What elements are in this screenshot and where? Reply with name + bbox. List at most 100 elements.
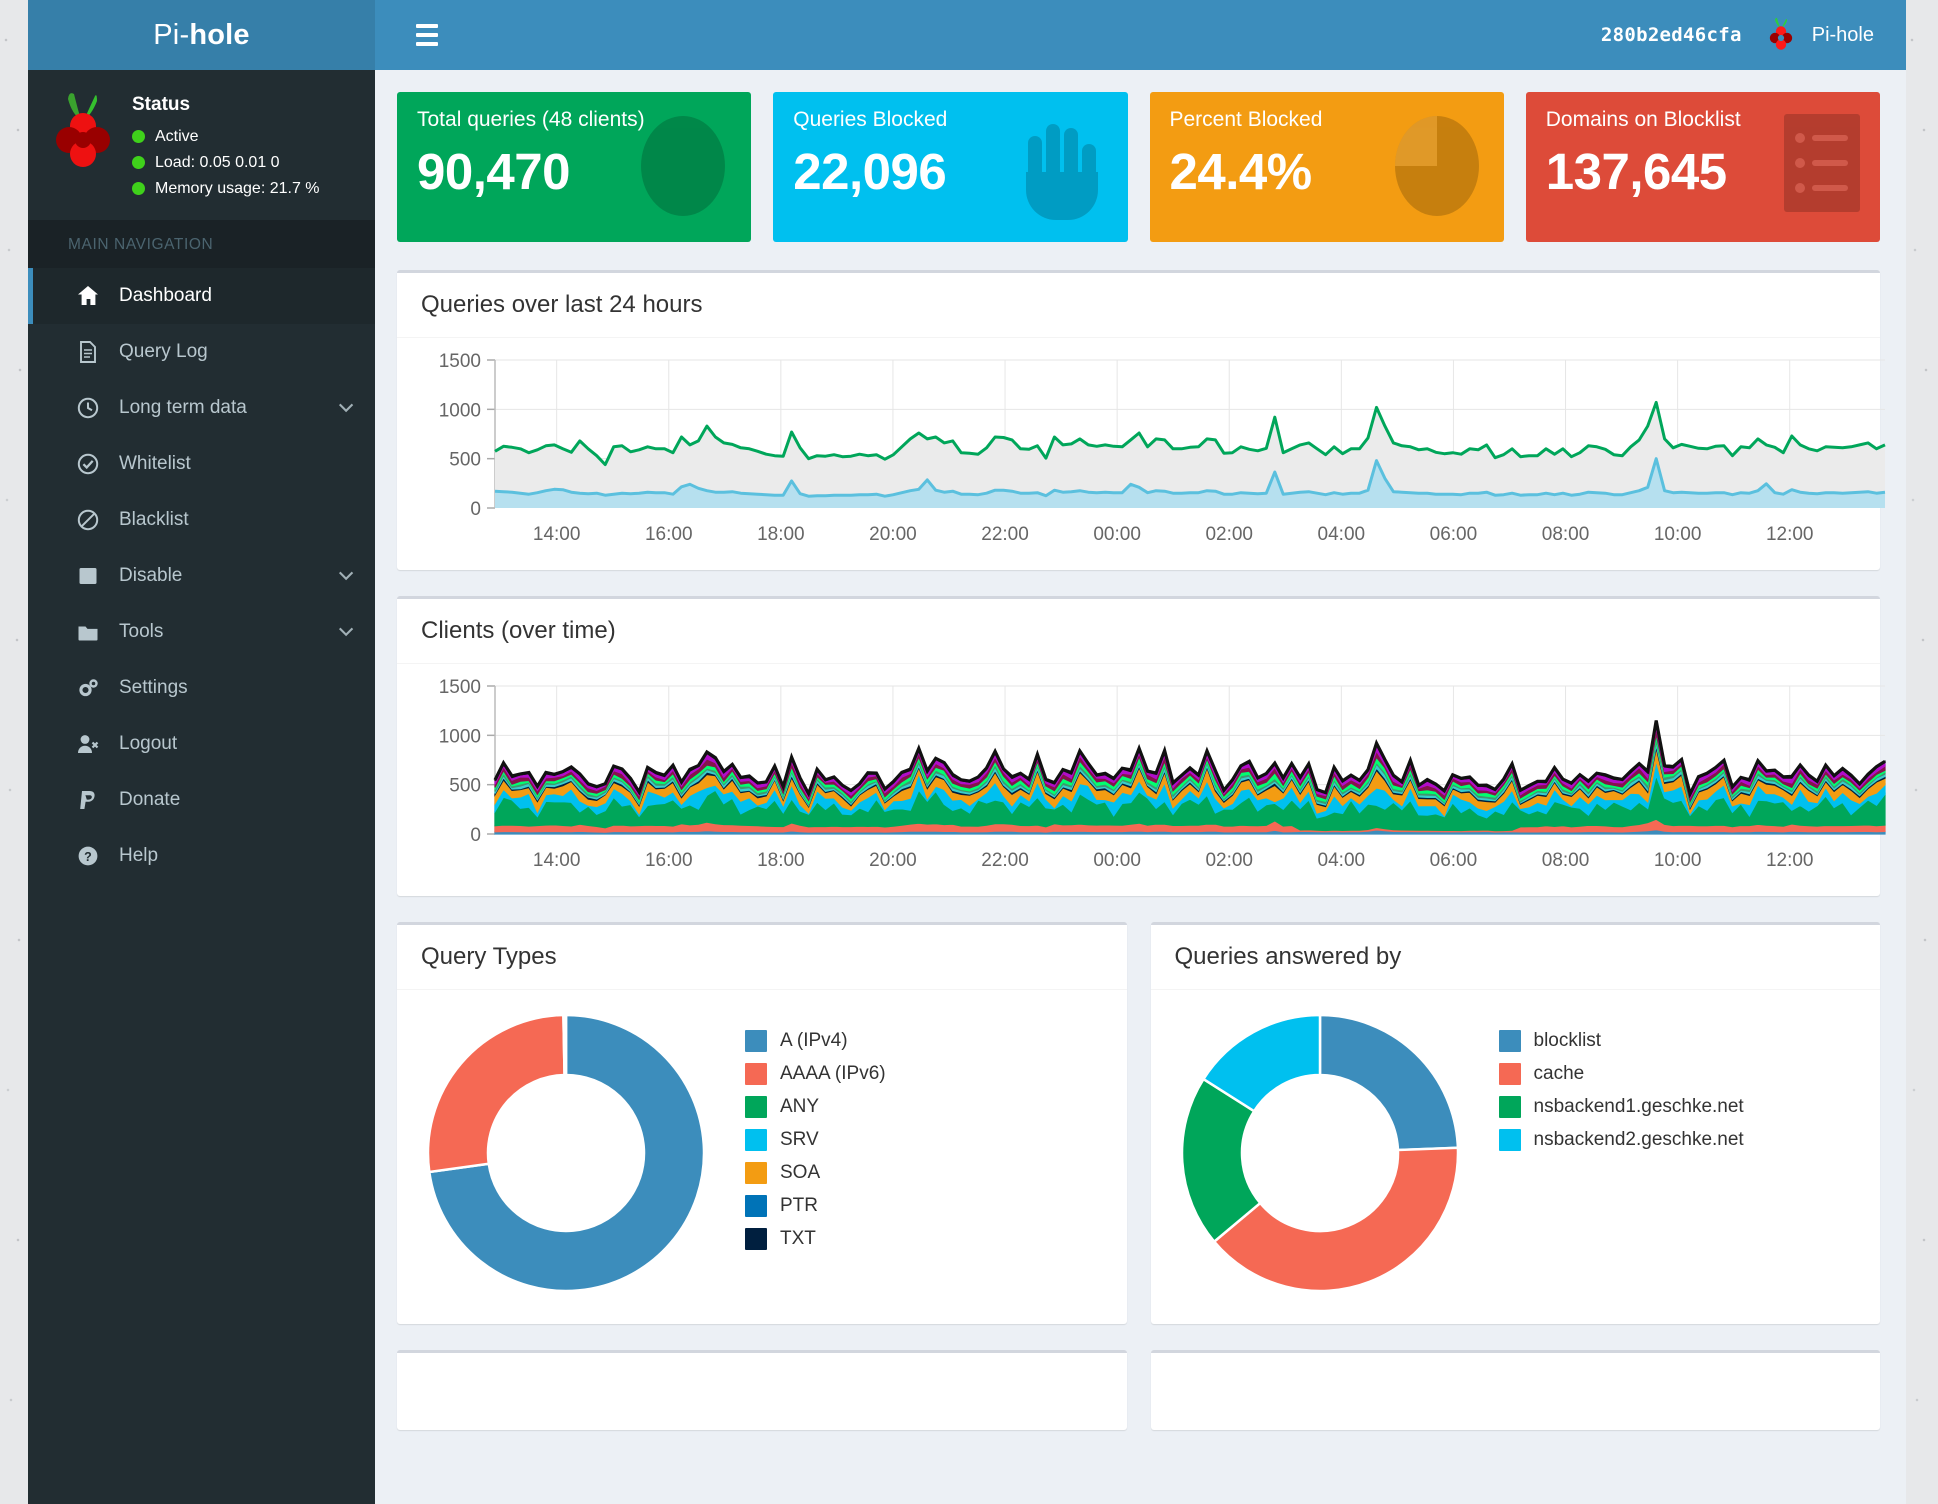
stat-card-percent-blocked[interactable]: Percent Blocked 24.4% xyxy=(1149,92,1504,242)
sidebar-item-label: Blacklist xyxy=(119,508,189,530)
legend-item[interactable]: A (IPv4) xyxy=(745,1030,886,1052)
chevron-down-icon[interactable] xyxy=(337,565,357,587)
legend-label: blocklist xyxy=(1533,1030,1602,1051)
queries-24h-title: Queries over last 24 hours xyxy=(397,273,1880,338)
legend-item[interactable]: PTR xyxy=(745,1195,886,1217)
status-panel: Status Active Load: 0.05 0.01 0 Memory u… xyxy=(28,70,375,220)
answered-by-body: blocklist cache nsbackend1.geschke.net nsba… xyxy=(1151,990,1881,1324)
chevron-down-icon[interactable] xyxy=(337,397,357,419)
sidebar-item-tools[interactable]: Tools xyxy=(28,604,375,660)
legend-item[interactable]: nsbackend1.geschke.net xyxy=(1498,1096,1744,1118)
file-icon xyxy=(77,340,99,363)
sidebar-item-query-log[interactable]: Query Log xyxy=(28,324,375,380)
legend-item[interactable]: nsbackend2.geschke.net xyxy=(1498,1129,1744,1151)
sidebar: Status Active Load: 0.05 0.01 0 Memory u… xyxy=(28,70,375,1504)
sidebar-raspberry-logo xyxy=(50,90,116,172)
svg-text:16:00: 16:00 xyxy=(645,850,693,871)
legend-swatch xyxy=(745,1228,767,1250)
donut-row: Query Types A (IPv4) AAAA (IPv6) ANY SRV SOA… xyxy=(397,922,1880,1350)
sidebar-item-blacklist[interactable]: Blacklist xyxy=(28,492,375,548)
svg-text:08:00: 08:00 xyxy=(1542,524,1590,545)
legend-swatch xyxy=(1498,1030,1521,1052)
legend-item[interactable]: SRV xyxy=(745,1129,886,1151)
legend-item[interactable]: SOA xyxy=(745,1162,886,1184)
sidebar-item-logout[interactable]: Logout xyxy=(28,716,375,772)
sidebar-item-label: Dashboard xyxy=(119,284,212,306)
donut-slice[interactable] xyxy=(1211,1146,1459,1293)
legend-item[interactable]: AAAA (IPv6) xyxy=(745,1063,886,1085)
stat-card-queries-blocked[interactable]: Queries Blocked 22,096 xyxy=(773,92,1128,242)
svg-text:08:00: 08:00 xyxy=(1542,850,1590,871)
donut-slice[interactable] xyxy=(426,1013,566,1174)
header: Pi-hole 280b2ed46cfa Pi-hole xyxy=(28,0,1906,70)
gears-icon xyxy=(77,677,99,699)
check-circle-icon xyxy=(77,453,99,475)
svg-text:0: 0 xyxy=(470,825,481,846)
svg-text:18:00: 18:00 xyxy=(757,524,805,545)
queries-over-time-chart[interactable]: 0 500 1000 1500 14:00 16:00 18:00 20:00 22:00 00:… xyxy=(421,352,1886,548)
sidebar-item-dashboard[interactable]: Dashboard xyxy=(28,267,375,324)
brand-logo[interactable]: Pi-hole xyxy=(28,0,375,70)
pihole-admin-app: Pi-hole 280b2ed46cfa Pi-hole Status Acti… xyxy=(28,0,1906,1504)
svg-text:12:00: 12:00 xyxy=(1766,850,1814,871)
svg-text:18:00: 18:00 xyxy=(757,850,805,871)
sidebar-item-disable[interactable]: Disable xyxy=(28,548,375,604)
question-circle-icon: ? xyxy=(77,845,99,867)
answered-by-col: Queries answered by blocklist cache nsback… xyxy=(1150,922,1881,1350)
legend-swatch xyxy=(1498,1096,1521,1118)
legend-label: cache xyxy=(1533,1063,1585,1084)
folder-icon xyxy=(77,621,99,643)
stat-card-domains-on-blocklist[interactable]: Domains on Blocklist 137,645 xyxy=(1525,92,1880,242)
sidebar-item-label: Whitelist xyxy=(119,452,191,474)
donut-slice[interactable] xyxy=(1318,1013,1459,1152)
clients-over-time-chart[interactable]: 0 500 1000 1500 14:00 16:00 18:00 20:00 22:00 00:… xyxy=(421,678,1886,874)
stat-value: 90,470 xyxy=(417,143,571,200)
svg-text:20:00: 20:00 xyxy=(869,850,917,871)
query-types-card: Query Types A (IPv4) AAAA (IPv6) ANY SRV SOA… xyxy=(397,922,1127,1324)
sidebar-item-long-term-data[interactable]: Long term data xyxy=(28,380,375,436)
sidebar-item-whitelist[interactable]: Whitelist xyxy=(28,436,375,492)
clients-over-time-title: Clients (over time) xyxy=(397,599,1880,664)
stat-value: 137,645 xyxy=(1545,143,1727,200)
legend-item[interactable]: TXT xyxy=(745,1228,886,1250)
legend-swatch xyxy=(745,1162,767,1184)
sidebar-item-settings[interactable]: Settings xyxy=(28,660,375,716)
legend-item[interactable]: blocklist xyxy=(1498,1030,1744,1052)
svg-text:10:00: 10:00 xyxy=(1654,850,1702,871)
answered-by-legend: blocklist cache nsbackend1.geschke.net nsba… xyxy=(1465,1008,1744,1162)
hostname-label: 280b2ed46cfa xyxy=(1600,24,1742,46)
legend-swatch xyxy=(745,1129,767,1151)
sidebar-toggle-icon[interactable] xyxy=(399,0,455,70)
sidebar-item-label: Help xyxy=(119,844,159,866)
sidebar-item-donate[interactable]: Donate xyxy=(28,772,375,828)
stat-label: Queries Blocked xyxy=(793,108,948,131)
chevron-down-icon[interactable] xyxy=(337,621,357,643)
legend-item[interactable]: cache xyxy=(1498,1063,1744,1085)
query-types-donut[interactable] xyxy=(421,1008,711,1298)
svg-text:20:00: 20:00 xyxy=(869,524,917,545)
clock-icon xyxy=(77,397,99,419)
partial-row xyxy=(397,1350,1880,1430)
legend-swatch xyxy=(745,1096,767,1118)
svg-text:22:00: 22:00 xyxy=(981,850,1029,871)
legend-label: nsbackend2.geschke.net xyxy=(1533,1129,1744,1150)
legend-swatch xyxy=(745,1195,767,1217)
answered-by-donut[interactable] xyxy=(1175,1008,1465,1298)
user-menu[interactable]: Pi-hole xyxy=(1764,16,1874,54)
stat-value: 22,096 xyxy=(793,143,947,200)
sidebar-item-label: Tools xyxy=(119,620,164,642)
svg-text:?: ? xyxy=(84,850,92,864)
sidebar-item-help[interactable]: ? Help xyxy=(28,828,375,884)
legend-item[interactable]: ANY xyxy=(745,1096,886,1118)
svg-text:1500: 1500 xyxy=(439,352,481,372)
answered-by-card: Queries answered by blocklist cache nsback… xyxy=(1150,922,1881,1324)
stat-label: Total queries (48 clients) xyxy=(417,108,645,131)
svg-text:16:00: 16:00 xyxy=(645,524,693,545)
stat-card-total-queries-48-clients[interactable]: Total queries (48 clients) 90,470 xyxy=(397,92,752,242)
status-line-active: Active xyxy=(132,124,320,150)
stats-row: Total queries (48 clients) 90,470 Queries … xyxy=(397,92,1880,242)
svg-text:00:00: 00:00 xyxy=(1093,524,1141,545)
svg-text:22:00: 22:00 xyxy=(981,524,1029,545)
brand-pi: Pi- xyxy=(153,18,190,51)
square-icon xyxy=(77,565,99,587)
